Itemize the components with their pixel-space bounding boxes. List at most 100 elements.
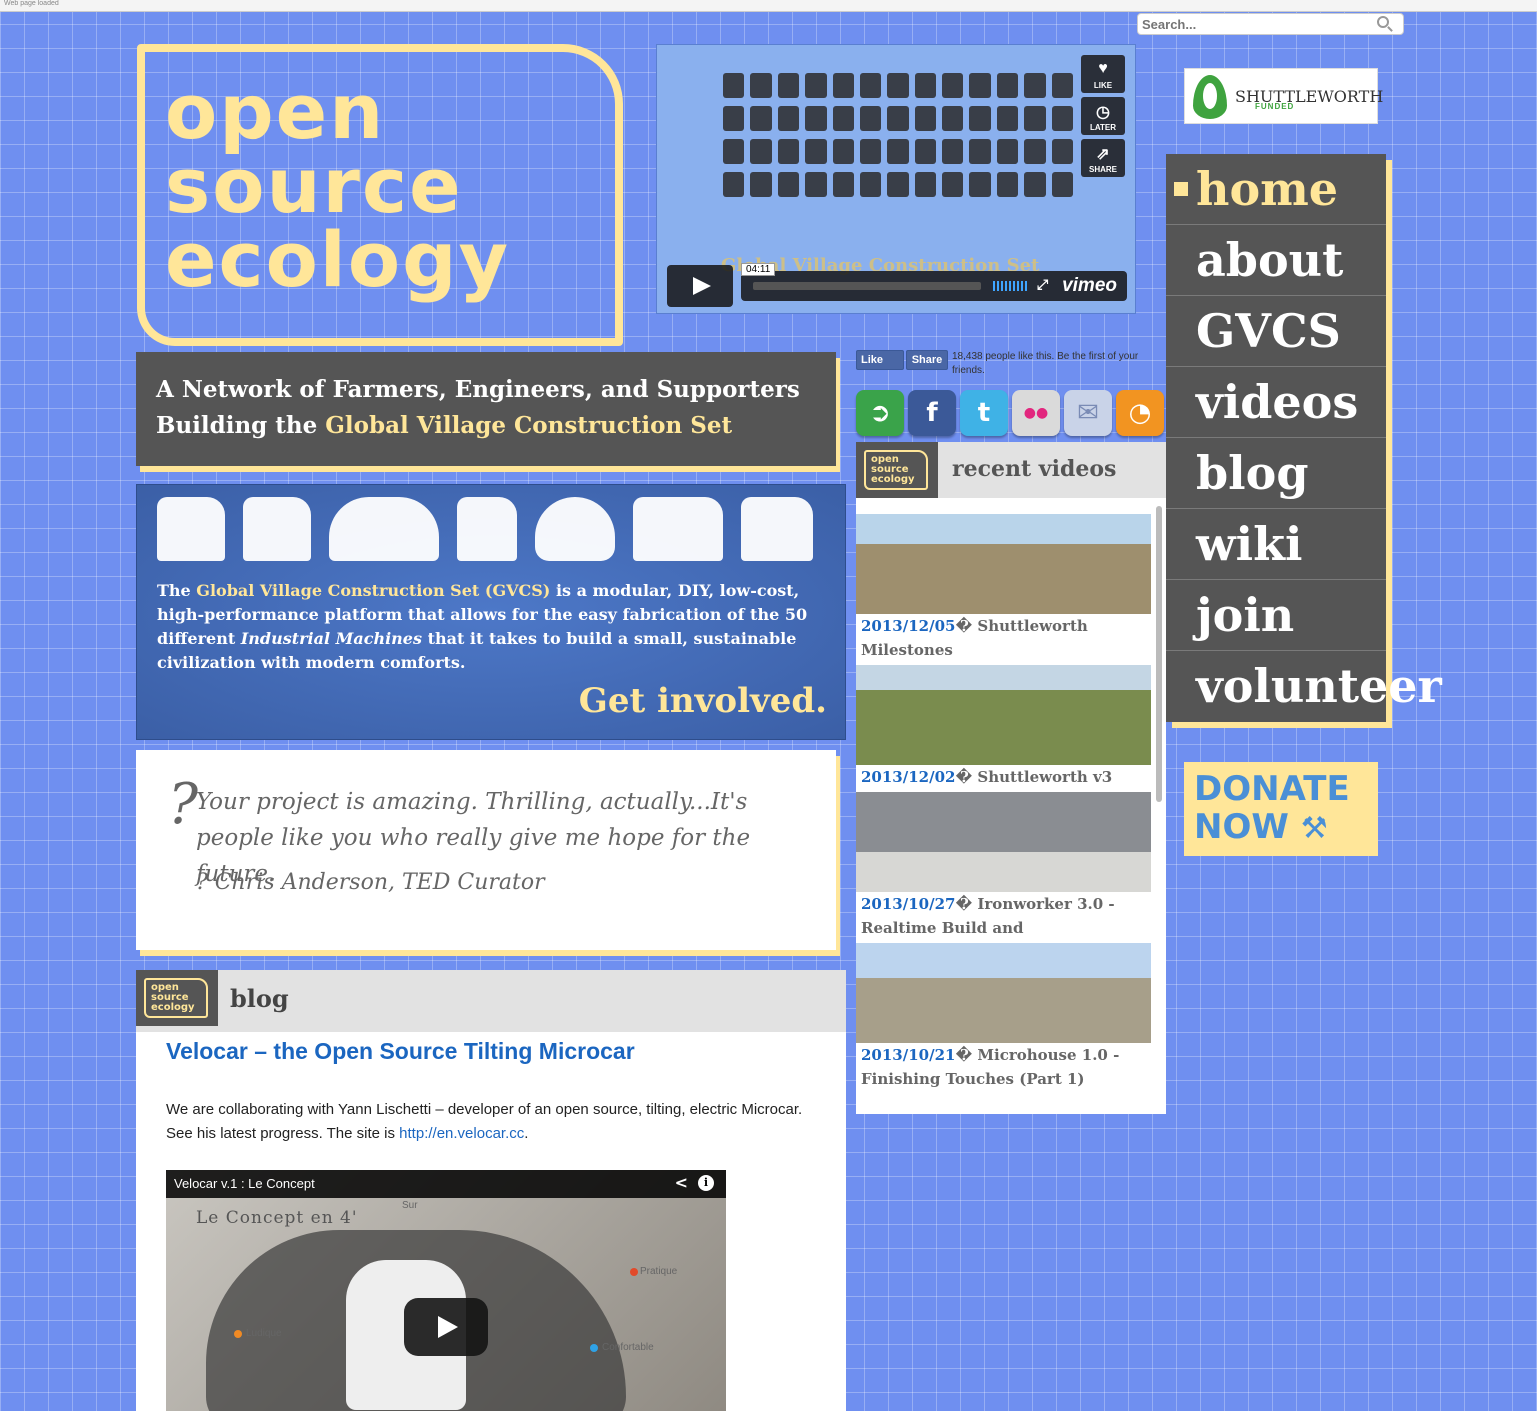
video-thumbnail[interactable] [856, 792, 1151, 892]
nav-gvcs[interactable]: GVCS [1166, 296, 1386, 367]
tagline-gvcs-link[interactable]: Global Village Construction Set [325, 412, 732, 439]
facebook-icon[interactable]: f [908, 390, 956, 436]
nav-blog[interactable]: blog [1166, 438, 1386, 509]
embed-title[interactable]: Velocar v.1 : Le Concept [174, 1176, 315, 1191]
machine-thumbnail [750, 172, 772, 197]
site-tagline: A Network of Farmers, Engineers, and Sup… [136, 352, 836, 466]
donate-now: NOW [1194, 807, 1289, 847]
machine-thumbnail [805, 73, 827, 98]
nav-about[interactable]: about [1166, 225, 1386, 296]
tagline-line2: Building the Global Village Construction… [156, 408, 816, 444]
flickr-icon[interactable]: ●● [1012, 390, 1060, 436]
seek-bar[interactable] [753, 282, 981, 290]
browser-status-bar: Web page loaded [0, 0, 1537, 12]
email-icon[interactable]: ✉ [1064, 390, 1112, 436]
later-label: LATER [1089, 123, 1117, 132]
gvcs-link[interactable]: Global Village Construction Set (GVCS) [196, 581, 550, 600]
fb-share-button[interactable]: Share [906, 350, 948, 370]
machine-thumbnail [805, 172, 827, 197]
label-dot [630, 1268, 638, 1276]
youtube-embed[interactable]: Le Concept en 4' Sur Pratique Ludique Co… [166, 1170, 726, 1411]
machine-thumbnail [777, 73, 800, 98]
progress-track[interactable]: ⤢ vimeo [741, 271, 1127, 301]
share-icon[interactable]: ➲ [856, 390, 904, 436]
search-box[interactable] [1137, 13, 1404, 35]
fb-like-count: 18,438 people like this. Be the first of… [952, 351, 1139, 376]
machine-thumbnail [805, 139, 827, 164]
post-text: We are collaborating with Yann Lischetti… [166, 1098, 806, 1146]
search-icon[interactable] [1377, 16, 1389, 28]
list-item[interactable]: 2013/10/21� Microhouse 1.0 - Finishing T… [856, 943, 1151, 1091]
twitter-icon[interactable]: t [960, 390, 1008, 436]
fb-like-button[interactable]: Like [856, 350, 904, 370]
video-caption[interactable]: 2013/12/05� Shuttleworth Milestones [856, 614, 1151, 662]
play-button[interactable] [404, 1298, 488, 1356]
video-thumbnail[interactable] [856, 514, 1151, 614]
tractor-icon [157, 497, 225, 561]
shuttleworth-badge[interactable]: SHUTTLEWORTH FUNDED [1184, 68, 1383, 124]
machine-thumbnail [1051, 73, 1073, 98]
video-caption[interactable]: 2013/12/02� Shuttleworth v3 [856, 765, 1151, 789]
scrollbar[interactable] [1156, 506, 1162, 802]
sponsor-sub: FUNDED [1255, 102, 1295, 111]
player-controls: ⤢ vimeo 04:11 [667, 263, 1131, 307]
video-thumbnail[interactable] [856, 943, 1151, 1043]
quote-mark: ? [168, 772, 199, 837]
machine-thumbnail [750, 73, 772, 98]
machine-thumbnail [1024, 73, 1046, 98]
machine-thumbnail [942, 73, 964, 98]
like-button[interactable]: ♥ LIKE [1081, 55, 1125, 93]
list-item[interactable]: 2013/12/05� Shuttleworth Milestones [856, 514, 1151, 662]
video-sep: � [955, 768, 973, 786]
machine-thumbnail [859, 73, 882, 98]
play-button[interactable] [667, 265, 733, 307]
velocar-link[interactable]: http://en.velocar.cc [399, 1125, 524, 1142]
machine-thumbnail [1051, 106, 1073, 131]
list-item[interactable]: 2013/12/02� Shuttleworth v3 [856, 665, 1151, 789]
embed-title-bar: Velocar v.1 : Le Concept < i [166, 1170, 726, 1198]
video-date: 2013/10/27 [861, 895, 956, 913]
nav-volunteer[interactable]: volunteer [1166, 651, 1442, 722]
machine-thumbnail [914, 139, 937, 164]
video-date: 2013/12/02 [861, 768, 956, 786]
machine-thumbnail [887, 172, 909, 197]
nav-home[interactable]: home [1166, 154, 1386, 225]
video-thumbnail[interactable] [856, 665, 1151, 765]
machine-thumbnail [887, 106, 909, 131]
get-involved-link[interactable]: Get involved. [579, 681, 827, 721]
watch-later-button[interactable]: ◷ LATER [1081, 97, 1125, 135]
vimeo-logo[interactable]: vimeo [1062, 275, 1117, 297]
machine-thumbnail [777, 106, 800, 131]
mini-logo-mark: open source ecology [144, 978, 208, 1018]
embed-label: Ludique [246, 1328, 282, 1339]
donate-button[interactable]: DONATE NOW ⚒ [1184, 762, 1378, 856]
site-logo[interactable]: open source ecology [137, 44, 623, 346]
nav-join[interactable]: join [1166, 580, 1386, 651]
fullscreen-icon[interactable]: ⤢ [1037, 277, 1048, 293]
recent-videos-header: open source ecology recent videos [856, 442, 1166, 498]
info-icon[interactable]: i [698, 1175, 714, 1191]
video-caption[interactable]: 2013/10/21� Microhouse 1.0 - Finishing T… [856, 1043, 1151, 1091]
machine-thumbnail [1051, 172, 1073, 197]
machine-thumbnail [996, 73, 1019, 98]
machine-thumbnail [969, 73, 991, 98]
share-video-button[interactable]: ⇗ SHARE [1081, 139, 1125, 177]
share-icon[interactable]: < [675, 1173, 688, 1192]
list-item[interactable]: 2013/10/27� Ironworker 3.0 - Realtime Bu… [856, 792, 1151, 964]
nav-label: volunteer [1196, 659, 1442, 713]
recent-videos-list: 2013/12/05� Shuttleworth Milestones 2013… [856, 498, 1166, 1114]
nav-videos[interactable]: videos [1166, 367, 1386, 438]
search-input[interactable] [1142, 14, 1372, 35]
fb-share-label: Share [911, 354, 943, 366]
machine-thumbnail [805, 106, 827, 131]
machine-thumbnail [832, 73, 854, 98]
volume-icon[interactable] [993, 281, 1027, 291]
post-title-link[interactable]: Velocar – the Open Source Tilting Microc… [166, 1038, 635, 1065]
status-text: Web page loaded [4, 0, 59, 7]
machine-thumbnail [996, 106, 1019, 131]
rss-icon[interactable]: ◔ [1116, 390, 1164, 436]
machine-thumbnail [996, 139, 1019, 164]
vimeo-player[interactable]: Global Village Construction Set ♥ LIKE ◷ L… [656, 44, 1136, 314]
heart-icon: ♥ [1098, 60, 1108, 77]
nav-wiki[interactable]: wiki [1166, 509, 1386, 580]
